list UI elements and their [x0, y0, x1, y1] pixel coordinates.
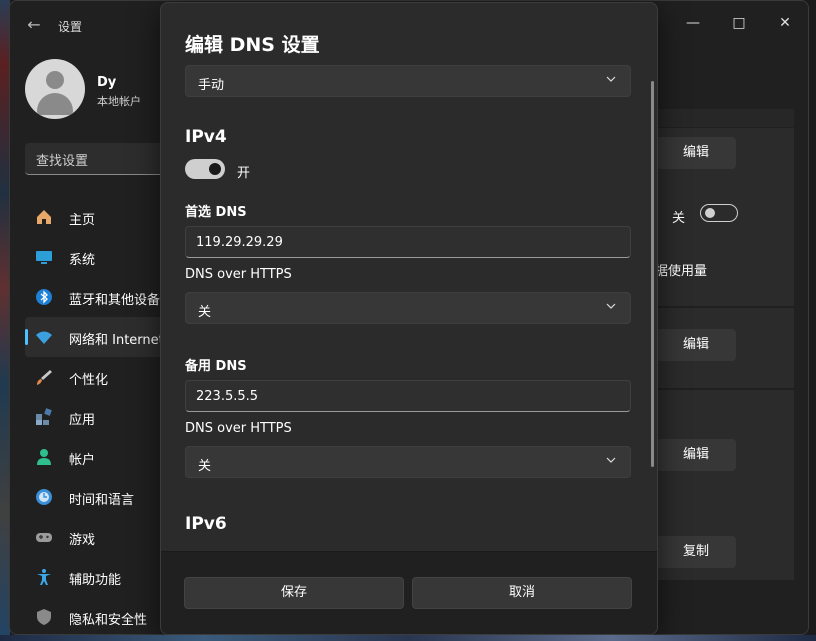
sidebar-item-gaming[interactable]: 游戏	[25, 517, 165, 557]
user-name: Dy	[97, 75, 117, 90]
dialog-scrollbar[interactable]	[651, 81, 654, 467]
sidebar-item-label: 蓝牙和其他设备	[69, 293, 161, 308]
taskbar-peek	[0, 635, 816, 641]
sidebar-item-accessibility[interactable]: 辅助功能	[25, 557, 165, 597]
bluetooth-icon	[36, 289, 52, 305]
back-arrow-icon[interactable]: ←	[24, 15, 44, 35]
minimize-icon[interactable]: —	[670, 7, 716, 39]
close-icon[interactable]: ✕	[762, 7, 808, 39]
sidebar-item-home[interactable]: 主页	[25, 197, 165, 237]
search-placeholder: 查找设置	[36, 154, 89, 169]
avatar-head	[46, 71, 64, 89]
sidebar-item-label: 主页	[69, 213, 96, 228]
apps-icon	[36, 408, 52, 425]
sidebar-item-label: 时间和语言	[69, 493, 135, 508]
ipv4-toggle[interactable]	[185, 159, 225, 179]
account-icon	[37, 449, 51, 465]
edit-dns-dialog: 编辑 DNS 设置 手动 IPv4 开 首选 DNS 119.29.29.29 …	[160, 2, 658, 635]
sidebar-item-label: 隐私和安全性	[69, 613, 148, 628]
content-card-header	[650, 109, 794, 127]
sidebar-item-apps[interactable]: 应用	[25, 397, 165, 437]
dialog-title: 编辑 DNS 设置	[185, 34, 320, 56]
sidebar-item-accounts[interactable]: 帐户	[25, 437, 165, 477]
dns-over-https-label: DNS over HTTPS	[185, 421, 292, 436]
edit-button[interactable]: 编辑	[656, 137, 736, 169]
edit-button[interactable]: 编辑	[656, 329, 736, 361]
preferred-dns-label: 首选 DNS	[185, 205, 247, 220]
sidebar-item-label: 帐户	[69, 453, 96, 468]
ipv6-heading: IPv6	[185, 514, 227, 534]
sidebar-item-label: 系统	[69, 253, 96, 268]
avatar-body	[37, 93, 73, 115]
sidebar-item-bluetooth[interactable]: 蓝牙和其他设备	[25, 277, 165, 317]
ipv4-toggle-label: 开	[237, 166, 251, 181]
sidebar-item-label: 网络和 Internet	[69, 333, 164, 348]
edit-button[interactable]: 编辑	[656, 439, 736, 471]
preferred-dns-value: 119.29.29.29	[196, 235, 283, 250]
sidebar-item-network[interactable]: 网络和 Internet	[25, 317, 165, 357]
sidebar-item-label: 个性化	[69, 373, 109, 388]
metered-connection-toggle[interactable]	[700, 204, 738, 222]
sidebar-item-label: 应用	[69, 413, 96, 428]
dns-over-https-value: 关	[198, 305, 212, 320]
maximize-icon[interactable]: □	[716, 7, 762, 39]
dns-mode-dropdown[interactable]: 手动	[185, 65, 631, 97]
dns-mode-value: 手动	[198, 78, 225, 93]
alternate-dns-value: 223.5.5.5	[196, 389, 259, 404]
sidebar-item-privacy[interactable]: 隐私和安全性	[25, 597, 165, 634]
chevron-down-icon	[606, 303, 616, 309]
brush-icon	[37, 370, 52, 385]
account-type: 本地帐户	[97, 95, 141, 108]
sidebar-nav: 主页 系统 蓝牙和其他设备 网络和 Internet 个性化 应用 帐户 时间和…	[25, 197, 165, 634]
alternate-dns-input[interactable]: 223.5.5.5	[185, 380, 631, 412]
gamepad-icon	[36, 533, 52, 542]
ipv4-heading: IPv4	[185, 127, 227, 147]
time-language-icon	[36, 489, 52, 505]
dns-over-https-dropdown-1[interactable]: 关	[185, 292, 631, 324]
sidebar-item-label: 辅助功能	[69, 573, 122, 588]
save-button[interactable]: 保存	[184, 577, 404, 609]
system-icon	[36, 251, 52, 264]
copy-button[interactable]: 复制	[656, 536, 736, 568]
shield-icon	[37, 609, 51, 625]
alternate-dns-label: 备用 DNS	[185, 359, 247, 374]
chevron-down-icon	[606, 457, 616, 463]
avatar[interactable]	[25, 59, 85, 119]
sidebar-item-system[interactable]: 系统	[25, 237, 165, 277]
home-icon	[37, 210, 51, 224]
app-title: 设置	[58, 20, 83, 34]
metered-toggle-label: 关	[672, 211, 686, 226]
dialog-footer: 保存 取消	[161, 551, 657, 634]
dns-over-https-dropdown-2[interactable]: 关	[185, 446, 631, 478]
cancel-button[interactable]: 取消	[412, 577, 632, 609]
dns-over-https-value: 关	[198, 459, 212, 474]
preferred-dns-input[interactable]: 119.29.29.29	[185, 226, 631, 258]
sidebar-item-label: 游戏	[69, 533, 96, 548]
sidebar-item-personalization[interactable]: 个性化	[25, 357, 165, 397]
accessibility-icon	[37, 569, 51, 585]
network-icon	[36, 331, 52, 344]
chevron-down-icon	[606, 76, 616, 82]
dns-over-https-label: DNS over HTTPS	[185, 267, 292, 282]
sidebar-item-time-language[interactable]: 时间和语言	[25, 477, 165, 517]
